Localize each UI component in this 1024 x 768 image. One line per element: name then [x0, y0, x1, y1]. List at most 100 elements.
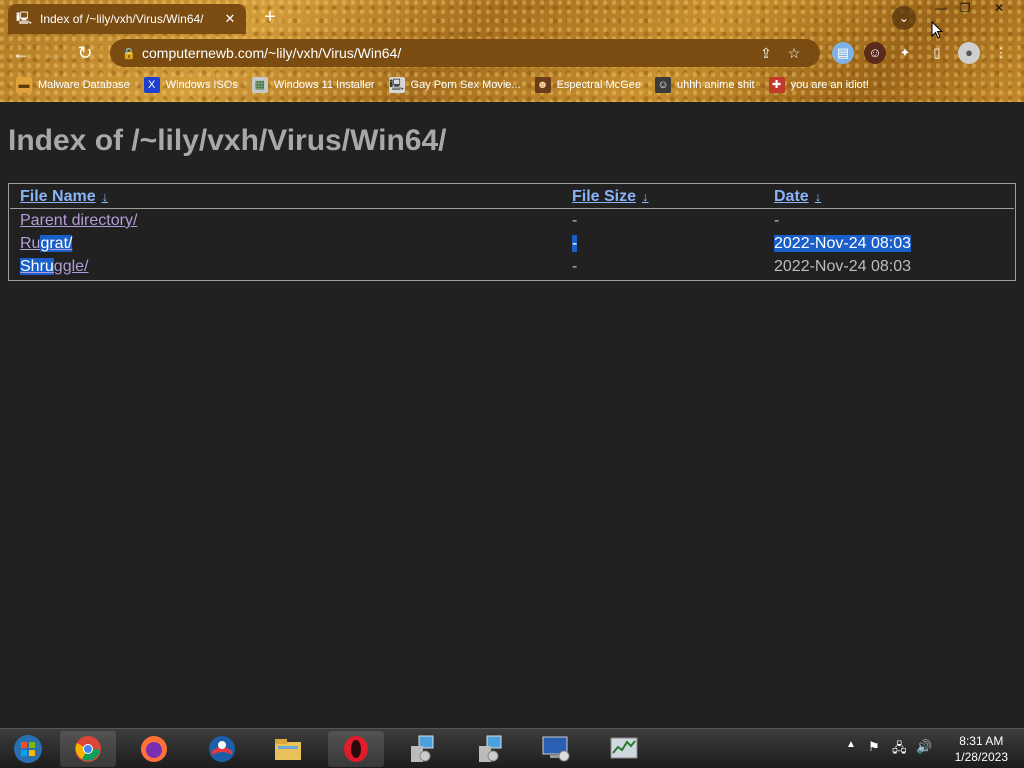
bookmark-windows-isos[interactable]: X Windows ISOs: [143, 77, 238, 93]
clock-time: 8:31 AM: [959, 734, 1004, 748]
close-tab-icon[interactable]: ✕: [222, 11, 238, 27]
show-hidden-icons-icon[interactable]: ▲: [846, 739, 856, 750]
table-row: Parent directory/ - -: [10, 209, 1014, 232]
mouse-cursor-icon: [931, 21, 943, 39]
image-icon: ▦: [251, 77, 268, 93]
sort-arrow-icon[interactable]: ↓: [102, 189, 109, 204]
rugrat-link[interactable]: Rugrat/: [20, 234, 73, 252]
flag-icon: ✚: [768, 77, 785, 93]
x-logo-icon: X: [143, 77, 160, 93]
table-header-row: File Name ↓ File Size ↓ Date ↓: [10, 185, 1014, 209]
bookmark-movie[interactable]: 🖳 Gay Porn Sex Movie...: [388, 77, 521, 93]
tab-search-button[interactable]: ⌄: [892, 6, 916, 30]
file-size-cell: -: [572, 257, 578, 275]
sort-arrow-icon[interactable]: ↓: [815, 189, 822, 204]
performance-monitor-icon[interactable]: [596, 731, 652, 767]
bookmark-you-are-an-idiot[interactable]: ✚ you are an idiot!: [768, 77, 869, 93]
file-name-cell: Shruggle/: [10, 255, 562, 278]
selected-size-text: -: [572, 234, 578, 252]
bookmark-label: you are an idiot!: [790, 79, 869, 91]
file-date-cell: -: [774, 211, 780, 229]
more-menu-icon[interactable]: ⋮: [990, 42, 1012, 64]
file-date-cell: 2022-Nov-24 08:03: [764, 232, 1014, 255]
forward-button[interactable]: →: [40, 40, 66, 66]
action-center-flag-icon[interactable]: ⚑: [868, 739, 880, 755]
bookmark-label: Malware Database: [38, 79, 130, 91]
sort-arrow-icon[interactable]: ↓: [642, 189, 649, 204]
network-icon[interactable]: 🖧: [892, 739, 907, 761]
clock-date: 1/28/2023: [954, 750, 1008, 764]
file-name-cell: Rugrat/: [10, 232, 562, 255]
side-panel-icon[interactable]: ▯: [926, 42, 948, 64]
taskbar: ▲ ⚑ 🖧 🔊 8:31 AM 1/28/2023: [0, 728, 1024, 768]
extension-avatar-icon[interactable]: ☺: [864, 42, 886, 64]
network-installer-icon[interactable]: [394, 731, 450, 767]
close-window-button[interactable]: ✕: [984, 0, 1014, 18]
link-text-selected: grat/: [40, 234, 73, 252]
extensions-puzzle-icon[interactable]: ✦: [894, 42, 916, 64]
link-text-selected: Shru: [20, 257, 54, 275]
sort-by-size-link[interactable]: File Size: [572, 188, 636, 205]
reload-button[interactable]: ↻: [72, 40, 98, 66]
table-row: Rugrat/ - 2022-Nov-24 08:03: [10, 232, 1014, 255]
column-header-size: File Size ↓: [562, 185, 764, 209]
shruggle-link[interactable]: Shruggle/: [20, 257, 89, 275]
link-text-unselected: Ru: [20, 234, 41, 252]
bookmark-star-icon[interactable]: ☆: [780, 45, 808, 62]
profile-avatar-icon[interactable]: ●: [958, 42, 980, 64]
anime-face-icon: ☺: [654, 77, 671, 93]
browser-chrome: 🖳 Index of /~lily/vxh/Virus/Win64/ ✕ + ⌄…: [0, 0, 1024, 102]
extension-flag-icon[interactable]: ▤: [832, 42, 854, 64]
bookmark-windows-11-installer[interactable]: ▦ Windows 11 Installer: [251, 77, 375, 93]
file-explorer-icon[interactable]: [260, 731, 316, 767]
obama-icon[interactable]: [194, 731, 250, 767]
bookmark-label: Windows ISOs: [165, 79, 238, 91]
computer-icon: 🖳: [388, 77, 405, 93]
sort-by-date-link[interactable]: Date: [774, 188, 809, 205]
address-url[interactable]: computernewb.com/~lily/vxh/Virus/Win64/: [142, 45, 752, 61]
file-table: File Name ↓ File Size ↓ Date ↓ Parent direc…: [10, 185, 1014, 278]
opera-icon[interactable]: [328, 731, 384, 767]
bookmark-label: Windows 11 Installer: [273, 79, 375, 91]
bookmark-malware-database[interactable]: ▬ Malware Database: [16, 77, 130, 93]
column-header-name: File Name ↓: [10, 185, 562, 209]
file-name-cell: Parent directory/: [10, 209, 562, 232]
start-orb-icon[interactable]: [0, 731, 56, 767]
file-listing: File Name ↓ File Size ↓ Date ↓ Parent direc…: [8, 183, 1016, 281]
face-icon: ☻: [534, 77, 551, 93]
system-clock[interactable]: 8:31 AM 1/28/2023: [955, 733, 1008, 765]
share-icon[interactable]: ⇪: [752, 45, 780, 62]
bookmarks-bar: ▬ Malware Database X Windows ISOs ▦ Wind…: [0, 72, 1024, 98]
bookmark-label: Gay Porn Sex Movie...: [410, 79, 521, 91]
folder-icon: ▬: [16, 77, 32, 93]
bookmark-label: Espectral McGee: [556, 79, 641, 91]
file-size-cell: -: [562, 232, 764, 255]
toolbar: ← → ↻ 🔒 computernewb.com/~lily/vxh/Virus…: [0, 38, 1024, 68]
address-bar[interactable]: 🔒 computernewb.com/~lily/vxh/Virus/Win64…: [110, 39, 820, 67]
page-title: Index of /~lily/vxh/Virus/Win64/: [8, 124, 447, 157]
browser-tab[interactable]: 🖳 Index of /~lily/vxh/Virus/Win64/ ✕: [8, 4, 246, 34]
link-text-unselected: ggle/: [53, 257, 89, 275]
bookmark-anime[interactable]: ☺ uhhh anime shit: [654, 77, 755, 93]
restore-button[interactable]: ❐: [950, 0, 980, 18]
bookmark-label: uhhh anime shit: [676, 79, 755, 91]
chrome-icon[interactable]: [60, 731, 116, 767]
selected-date-text: 2022-Nov-24 08:03: [774, 234, 911, 252]
page-content: Index of /~lily/vxh/Virus/Win64/ File Na…: [0, 102, 1024, 728]
computer-favicon-icon: 🖳: [16, 10, 33, 25]
volume-icon[interactable]: 🔊: [916, 739, 932, 755]
lock-icon[interactable]: 🔒: [122, 47, 142, 60]
tab-title: Index of /~lily/vxh/Virus/Win64/: [40, 12, 204, 26]
new-tab-button[interactable]: +: [258, 6, 282, 30]
bookmark-espectral-mcgee[interactable]: ☻ Espectral McGee: [534, 77, 641, 93]
firefox-icon[interactable]: [126, 731, 182, 767]
file-size-cell: -: [572, 211, 578, 229]
back-button[interactable]: ←: [8, 40, 34, 66]
sort-by-name-link[interactable]: File Name: [20, 188, 96, 205]
file-date-cell: 2022-Nov-24 08:03: [774, 257, 911, 275]
column-header-date: Date ↓: [764, 185, 1014, 209]
network-installer-2-icon[interactable]: [462, 731, 518, 767]
remote-desktop-icon[interactable]: [528, 731, 584, 767]
parent-directory-link[interactable]: Parent directory/: [20, 212, 137, 229]
table-row: Shruggle/ - 2022-Nov-24 08:03: [10, 255, 1014, 278]
